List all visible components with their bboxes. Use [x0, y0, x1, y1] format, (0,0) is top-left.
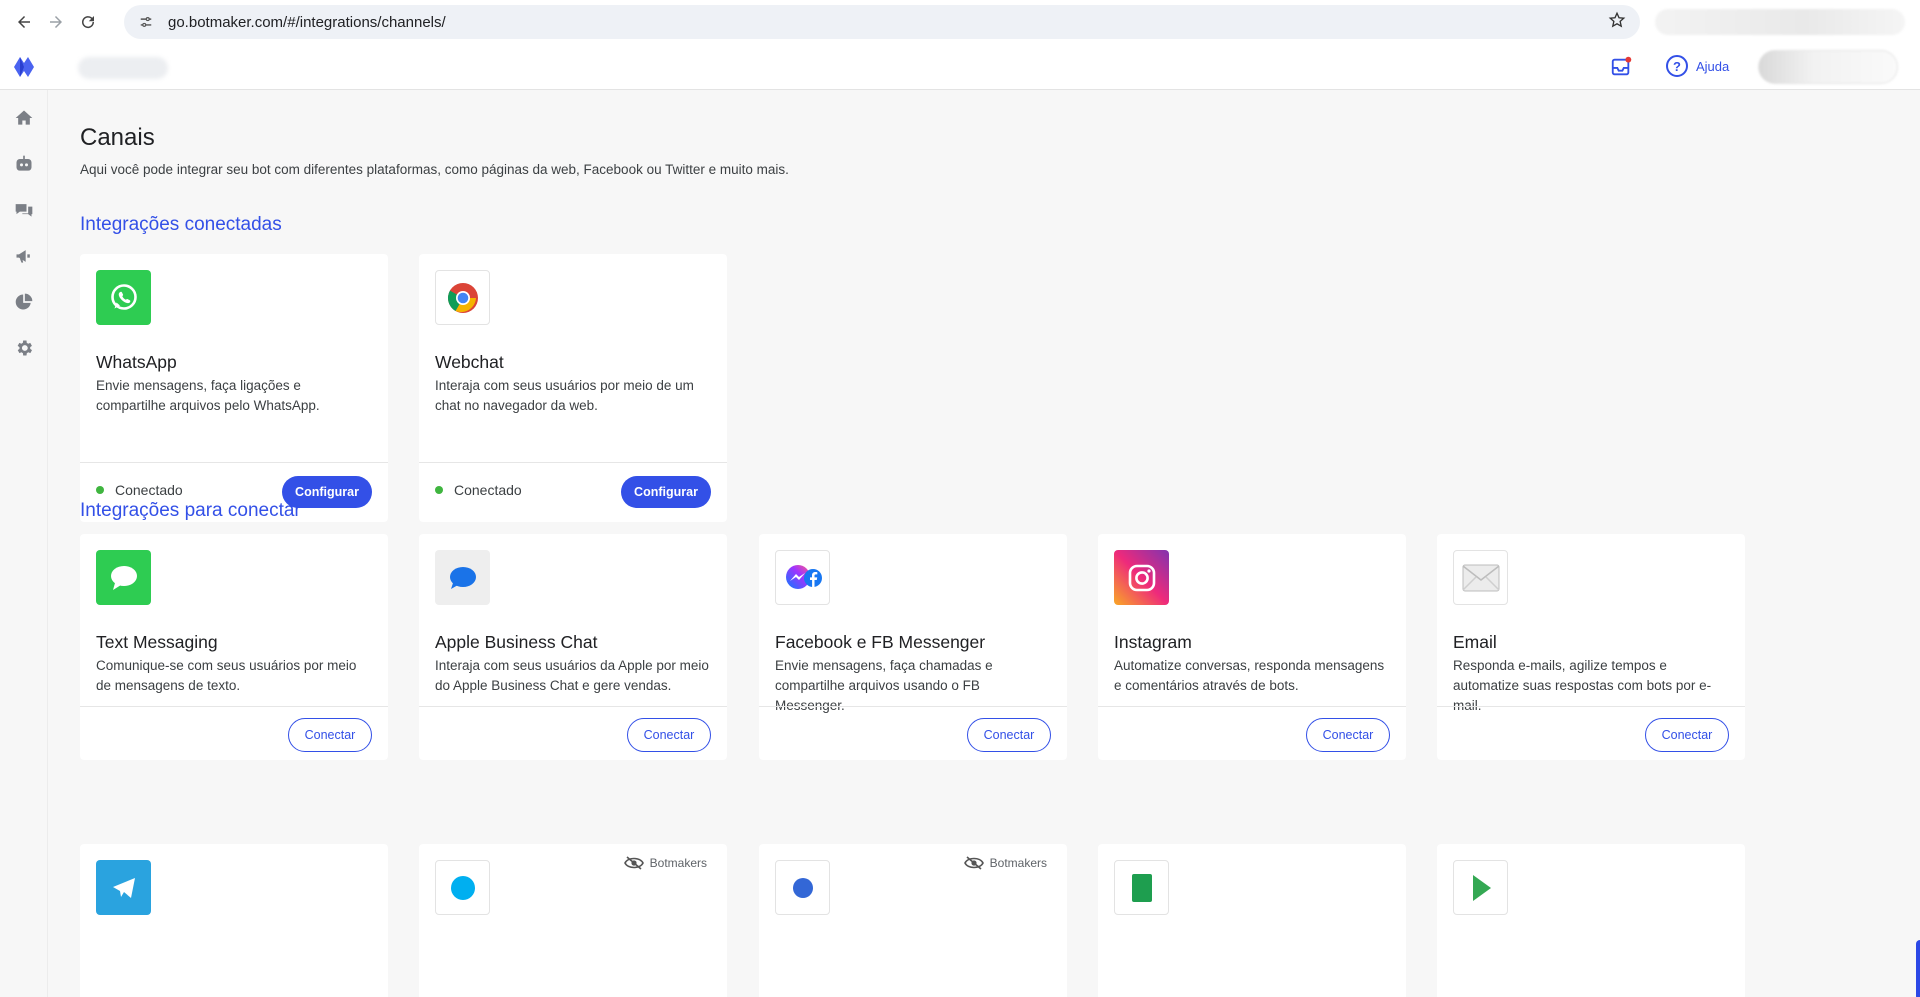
card-divider [80, 462, 388, 463]
reload-icon [82, 16, 95, 29]
skype-icon [435, 860, 490, 915]
card-divider [419, 706, 727, 707]
main-content: Canais Aqui você pode integrar seu bot c… [48, 90, 1920, 997]
connect-button[interactable]: Conectar [627, 718, 711, 752]
connect-button[interactable]: Conectar [288, 718, 372, 752]
card-title: Apple Business Chat [435, 632, 598, 652]
status-dot-icon [96, 486, 104, 494]
card-title: WhatsApp [96, 352, 177, 372]
robot-icon[interactable] [12, 152, 36, 176]
gear-icon[interactable] [12, 336, 36, 360]
integration-card-skype[interactable]: Botmakers [419, 844, 727, 997]
card-description: Envie mensagens, faça ligações e compart… [96, 378, 320, 413]
eye-off-icon [963, 856, 984, 870]
botmakers-tag: Botmakers [623, 856, 707, 870]
whatsapp-icon [96, 270, 151, 325]
card-description: Responda e-mails, agilize tempos e autom… [1453, 658, 1712, 713]
sidebar [0, 90, 48, 997]
home-icon[interactable] [12, 106, 36, 130]
pie-chart-icon[interactable] [12, 290, 36, 314]
card-title: Instagram [1114, 632, 1192, 652]
section-title-to-connect: Integrações para conectar [80, 500, 301, 521]
help-label: Ajuda [1696, 58, 1730, 74]
botmakers-tag-label: Botmakers [649, 856, 707, 870]
integration-card-whatsapp[interactable]: WhatsApp Envie mensagens, faça ligações … [80, 254, 388, 522]
megaphone-icon[interactable] [12, 244, 36, 268]
help-button[interactable]: ? Ajuda [1666, 55, 1729, 77]
arrow-right-icon [50, 16, 62, 28]
card-title: Webchat [435, 352, 504, 372]
integration-card-telegram[interactable] [80, 844, 388, 997]
card-description: Automatize conversas, responda mensagens… [1114, 658, 1385, 693]
mail-icon [1453, 550, 1508, 605]
connection-status: Conectado [435, 482, 522, 498]
messenger-icon [775, 550, 830, 605]
card-description: Comunique-se com seus usuários por meio … [96, 658, 357, 693]
section-title-connected: Integrações conectadas [80, 214, 282, 235]
card-title: Text Messaging [96, 632, 218, 652]
card-description: Interaja com seus usuários por meio de u… [435, 378, 694, 413]
address-bar[interactable]: go.botmaker.com/#/integrations/channels/ [124, 5, 1640, 39]
apple-chat-icon [435, 550, 490, 605]
sheet-icon [1114, 860, 1169, 915]
bookmark-star-icon[interactable] [1608, 11, 1626, 35]
chrome-icon [435, 270, 490, 325]
back-button[interactable] [8, 6, 40, 38]
integration-card-email[interactable]: Email Responda e-mails, agilize tempos e… [1437, 534, 1745, 760]
integration-card-instagram[interactable]: Instagram Automatize conversas, responda… [1098, 534, 1406, 760]
workspace-name-blurred[interactable] [78, 57, 168, 79]
card-title: Email [1453, 632, 1497, 652]
integration-card-chat[interactable]: Botmakers [759, 844, 1067, 997]
question-circle-icon: ? [1666, 55, 1688, 77]
status-label: Conectado [115, 482, 183, 498]
card-title: Facebook e FB Messenger [775, 632, 986, 652]
page-description: Aqui você pode integrar seu bot com dife… [80, 162, 789, 177]
integration-card-apple-business-chat[interactable]: Apple Business Chat Interaja com seus us… [419, 534, 727, 760]
card-divider [419, 462, 727, 463]
integration-card-webchat[interactable]: Webchat Interaja com seus usuários por m… [419, 254, 727, 522]
site-settings-icon[interactable] [136, 15, 156, 29]
forward-button[interactable] [40, 6, 72, 38]
page-title: Canais [80, 124, 155, 151]
user-menu-blurred[interactable] [1758, 50, 1898, 84]
card-divider [1437, 706, 1745, 707]
card-description: Envie mensagens, faça chamadas e compart… [775, 658, 993, 713]
floating-help-button[interactable]: 👋 [1916, 940, 1920, 997]
integration-card-text-messaging[interactable]: Text Messaging Comunique-se com seus usu… [80, 534, 388, 760]
card-divider [759, 706, 1067, 707]
botmakers-tag: Botmakers [963, 856, 1047, 870]
eye-off-icon [623, 856, 644, 870]
reload-button[interactable] [72, 6, 104, 38]
connect-button[interactable]: Conectar [1645, 718, 1729, 752]
integration-card-sheets[interactable] [1098, 844, 1406, 997]
arrow-left-icon [18, 16, 30, 28]
connect-button[interactable]: Conectar [967, 718, 1051, 752]
integration-card-facebook-messenger[interactable]: Facebook e FB Messenger Envie mensagens,… [759, 534, 1067, 760]
browser-profile-blurred[interactable] [1655, 9, 1905, 35]
integration-card-play[interactable] [1437, 844, 1745, 997]
play-icon [1453, 860, 1508, 915]
card-description: Interaja com seus usuários da Apple por … [435, 658, 709, 693]
botmakers-tag-label: Botmakers [989, 856, 1047, 870]
connection-status: Conectado [96, 482, 183, 498]
configure-button[interactable]: Configurar [621, 476, 711, 508]
connect-button[interactable]: Conectar [1306, 718, 1390, 752]
card-divider [1098, 706, 1406, 707]
status-label: Conectado [454, 482, 522, 498]
url-text[interactable]: go.botmaker.com/#/integrations/channels/ [168, 14, 446, 31]
browser-toolbar: go.botmaker.com/#/integrations/channels/ [0, 0, 1920, 44]
card-divider [80, 706, 388, 707]
chat-bubble-icon [775, 860, 830, 915]
telegram-icon [96, 860, 151, 915]
chat-icon[interactable] [12, 198, 36, 222]
botmaker-logo-icon[interactable] [10, 53, 38, 81]
sms-icon [96, 550, 151, 605]
instagram-icon [1114, 550, 1169, 605]
status-dot-icon [435, 486, 443, 494]
inbox-icon[interactable] [1610, 56, 1632, 78]
app-header: ? Ajuda [0, 44, 1920, 90]
